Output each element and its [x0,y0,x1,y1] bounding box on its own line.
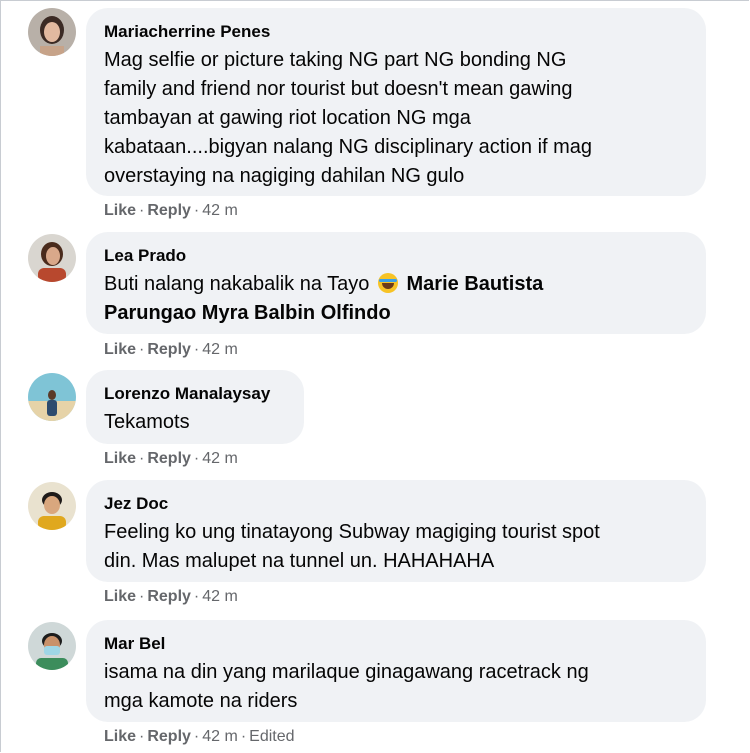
comment-timestamp[interactable]: 42 m [202,728,238,745]
reply-button[interactable]: Reply [147,728,191,745]
separator: · [139,202,145,219]
joy-emoji-icon [377,273,398,293]
comment-author[interactable]: Mar Bel [104,634,686,654]
reply-button[interactable]: Reply [147,341,191,358]
comment-actions: Like · Reply · 42 m [104,340,238,360]
comment-text-line: isama na din yang marilaque ginagawang r… [104,661,589,683]
comment-text-line: overstaying na nagiging dahilan NG gulo [104,165,465,187]
comment-text-line: family and friend nor tourist but doesn'… [104,78,573,100]
like-button[interactable]: Like [104,450,136,467]
comment-text-line: din. Mas malupet na tunnel un. HAHAHAHA [104,550,495,572]
comment-actions: Like · Reply · 42 m [104,449,238,469]
separator: · [193,728,200,745]
mention-link[interactable]: Marie Bautista [407,273,544,295]
comment-text-span: Buti nalang nakabalik na Tayo [104,273,370,295]
separator: · [139,588,145,605]
mention-link[interactable]: Parungao Myra Balbin Olfindo [104,302,391,324]
avatar-photo-icon [28,373,76,421]
edited-label[interactable]: Edited [249,728,294,745]
like-button[interactable]: Like [104,202,136,219]
avatar[interactable] [28,622,76,670]
comment-timestamp[interactable]: 42 m [202,341,238,358]
comment-text-line: Tekamots [104,411,190,433]
comment-author[interactable]: Mariacherrine Penes [104,22,686,42]
avatar[interactable] [28,234,76,282]
separator: · [139,728,145,745]
comment-author[interactable]: Lorenzo Manalaysay [104,384,284,404]
comment-timestamp[interactable]: 42 m [202,450,238,467]
comment-actions: Like · Reply · 42 m [104,587,238,607]
comment-timestamp[interactable]: 42 m [202,202,238,219]
comment-text: isama na din yang marilaque ginagawang r… [104,658,686,716]
separator: · [139,341,145,358]
avatar-photo-icon [28,482,76,530]
comment-text-line: Buti nalang nakabalik na Tayo Marie Baut… [104,270,686,299]
avatar-photo-icon [28,234,76,282]
comment-text-line: mga kamote na riders [104,690,298,712]
avatar-photo-icon [28,622,76,670]
separator: · [240,728,247,745]
comment-text-line: tambayan at gawing riot location NG mga [104,107,471,129]
comment-text-line: Feeling ko ung tinatayong Subway magigin… [104,521,600,543]
comment-bubble: Lea Prado Buti nalang nakabalik na Tayo … [86,232,706,334]
comment-text: Mag selfie or picture taking NG part NG … [104,46,686,191]
reply-button[interactable]: Reply [147,450,191,467]
comment-actions: Like · Reply · 42 m [104,201,238,221]
reply-button[interactable]: Reply [147,202,191,219]
separator: · [193,202,200,219]
separator: · [139,450,145,467]
reply-button[interactable]: Reply [147,588,191,605]
avatar[interactable] [28,8,76,56]
avatar-photo-icon [28,8,76,56]
comment-text: Feeling ko ung tinatayong Subway magigin… [104,518,686,576]
like-button[interactable]: Like [104,341,136,358]
separator: · [193,588,200,605]
like-button[interactable]: Like [104,588,136,605]
comment-text-line: Mag selfie or picture taking NG part NG … [104,49,567,71]
comment-bubble: Jez Doc Feeling ko ung tinatayong Subway… [86,480,706,582]
comment-text: Buti nalang nakabalik na Tayo Marie Baut… [104,270,686,328]
comment-timestamp[interactable]: 42 m [202,588,238,605]
comment-text: Tekamots [104,408,284,437]
comment-author[interactable]: Jez Doc [104,494,686,514]
like-button[interactable]: Like [104,728,136,745]
comment-bubble: Mariacherrine Penes Mag selfie or pictur… [86,8,706,196]
avatar[interactable] [28,482,76,530]
comment-actions: Like · Reply · 42 m · Edited [104,727,295,747]
comment-bubble: Mar Bel isama na din yang marilaque gina… [86,620,706,722]
comment-author[interactable]: Lea Prado [104,246,686,266]
avatar[interactable] [28,373,76,421]
separator: · [193,341,200,358]
comment-bubble: Lorenzo Manalaysay Tekamots [86,370,304,444]
comment-text-line: kabataan....bigyan nalang NG disciplinar… [104,136,593,158]
comment-text-line: Parungao Myra Balbin Olfindo [104,299,686,328]
separator: · [193,450,200,467]
